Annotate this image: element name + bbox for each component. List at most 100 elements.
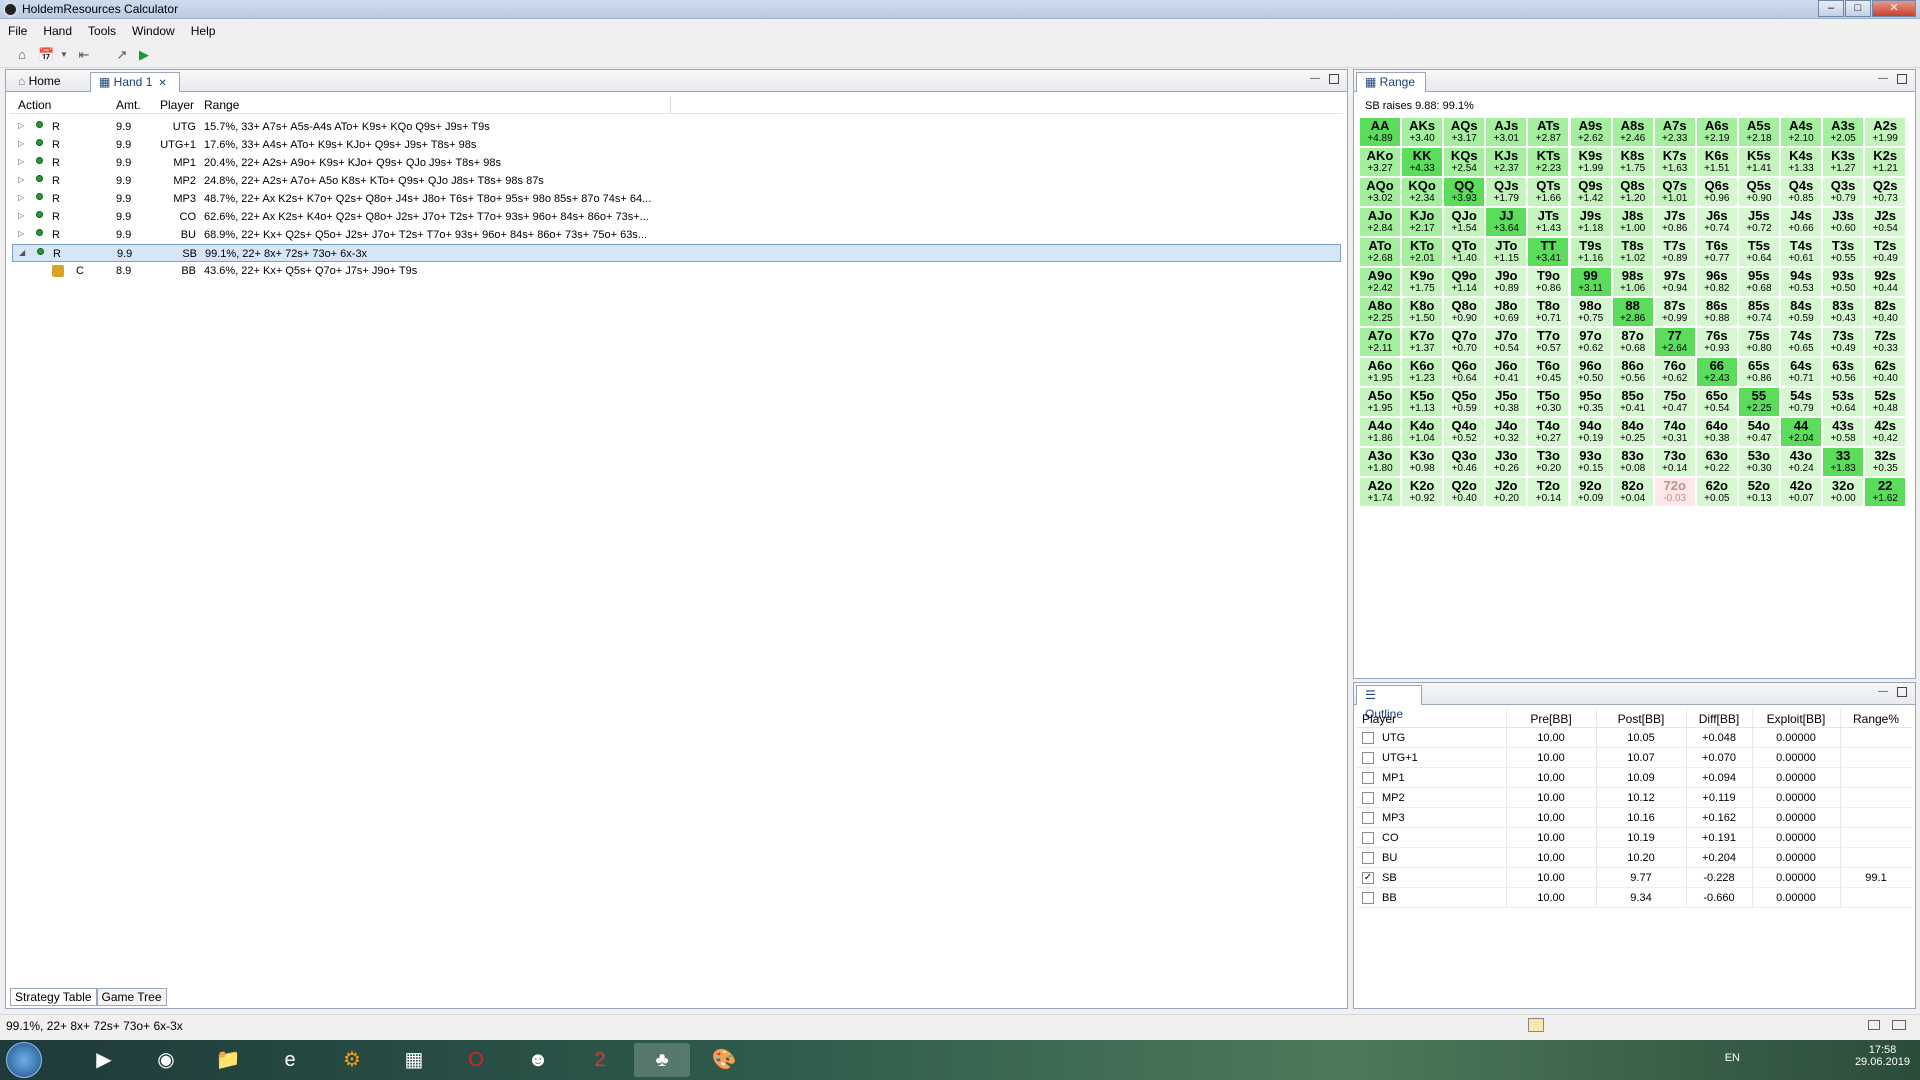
ie-icon[interactable]: e bbox=[262, 1043, 318, 1077]
range-cell[interactable]: K6o +1.23 bbox=[1402, 358, 1443, 386]
range-cell[interactable]: 94s +0.53 bbox=[1781, 268, 1821, 296]
range-cell[interactable]: AJo +2.84 bbox=[1360, 208, 1400, 236]
range-cell[interactable]: 97o +0.62 bbox=[1570, 328, 1611, 356]
range-cell[interactable]: 88 +2.86 bbox=[1612, 298, 1653, 326]
range-cell[interactable]: Q5s +0.90 bbox=[1738, 178, 1779, 206]
range-cell[interactable]: 92s +0.44 bbox=[1865, 268, 1906, 296]
paint-icon[interactable]: 🎨 bbox=[696, 1043, 752, 1077]
range-cell[interactable]: J7o +0.54 bbox=[1486, 328, 1527, 356]
range-cell[interactable]: KTo +2.01 bbox=[1402, 238, 1443, 266]
range-cell[interactable]: 86o +0.56 bbox=[1612, 358, 1653, 386]
range-cell[interactable]: Q6o +0.64 bbox=[1444, 358, 1485, 386]
range-cell[interactable]: 32s +0.35 bbox=[1865, 448, 1906, 476]
table-row[interactable]: C 8.9 BB 43.6%, 22+ Kx+ Q5s+ Q7o+ J7s+ J9o+… bbox=[12, 262, 1341, 280]
tab-outline[interactable]: ☰ Outline bbox=[1356, 685, 1422, 721]
outline-row[interactable]: MP3 10.00 10.16 +0.162 0.00000 bbox=[1356, 808, 1912, 828]
range-cell[interactable]: J2s +0.54 bbox=[1865, 208, 1906, 236]
tab-strategy-table[interactable]: Strategy Table bbox=[10, 988, 97, 1006]
range-cell[interactable]: A4o +1.86 bbox=[1360, 418, 1400, 446]
range-cell[interactable]: K5s +1.41 bbox=[1738, 148, 1779, 176]
col-range-pct[interactable]: Range% bbox=[1840, 712, 1912, 726]
col-post[interactable]: Post[BB] bbox=[1596, 712, 1686, 726]
outline-row[interactable]: CO 10.00 10.19 +0.191 0.00000 bbox=[1356, 828, 1912, 848]
range-cell[interactable]: 76s +0.93 bbox=[1696, 328, 1737, 356]
range-cell[interactable]: 52o +0.13 bbox=[1738, 478, 1779, 506]
range-cell[interactable]: 94o +0.19 bbox=[1570, 418, 1611, 446]
col-range[interactable]: Range bbox=[204, 98, 239, 112]
range-cell[interactable]: 96s +0.82 bbox=[1696, 268, 1737, 296]
row-checkbox[interactable] bbox=[1362, 732, 1374, 744]
range-cell[interactable]: 95s +0.68 bbox=[1738, 268, 1779, 296]
range-cell[interactable]: Q7s +1.01 bbox=[1654, 178, 1695, 206]
discord-icon[interactable]: ☻ bbox=[510, 1043, 566, 1077]
table-row[interactable]: ▷ R 9.9 UTG+1 17.6%, 33+ A4s+ ATo+ K9s+ KJo+… bbox=[12, 136, 1341, 154]
run-icon[interactable]: ▶ bbox=[136, 47, 152, 63]
col-player[interactable]: Player bbox=[160, 98, 194, 112]
restore-icon[interactable] bbox=[1868, 1020, 1880, 1030]
col-action[interactable]: Action bbox=[18, 98, 51, 112]
import-icon[interactable]: ⇤ bbox=[76, 47, 92, 63]
range-cell[interactable]: T8o +0.71 bbox=[1528, 298, 1569, 326]
range-cell[interactable]: Q6s +0.96 bbox=[1696, 178, 1737, 206]
range-cell[interactable]: Q5o +0.59 bbox=[1444, 388, 1485, 416]
range-cell[interactable]: J5o +0.38 bbox=[1486, 388, 1527, 416]
range-cell[interactable]: 54s +0.79 bbox=[1781, 388, 1821, 416]
range-cell[interactable]: 83o +0.08 bbox=[1612, 448, 1653, 476]
range-cell[interactable]: 72s +0.33 bbox=[1865, 328, 1906, 356]
range-cell[interactable]: A2s +1.99 bbox=[1865, 118, 1906, 146]
range-cell[interactable]: ATs +2.87 bbox=[1528, 118, 1569, 146]
range-cell[interactable]: 42o +0.07 bbox=[1781, 478, 1821, 506]
expand-icon[interactable]: ▷ bbox=[18, 175, 24, 184]
range-cell[interactable]: K7o +1.37 bbox=[1402, 328, 1443, 356]
range-cell[interactable]: T4s +0.61 bbox=[1781, 238, 1821, 266]
range-cell[interactable]: 63o +0.22 bbox=[1696, 448, 1737, 476]
range-cell[interactable]: AQo +3.02 bbox=[1360, 178, 1400, 206]
export-icon[interactable]: ↗ bbox=[114, 47, 130, 63]
range-cell[interactable]: K7s +1.63 bbox=[1654, 148, 1695, 176]
outline-row[interactable]: UTG+1 10.00 10.07 +0.070 0.00000 bbox=[1356, 748, 1912, 768]
range-cell[interactable]: K9o +1.75 bbox=[1402, 268, 1443, 296]
menu-file[interactable]: File bbox=[0, 24, 35, 38]
range-cell[interactable]: 65o +0.54 bbox=[1696, 388, 1737, 416]
chrome-icon[interactable]: ◉ bbox=[138, 1043, 194, 1077]
range-cell[interactable]: 73o +0.14 bbox=[1654, 448, 1695, 476]
range-cell[interactable]: J9o +0.89 bbox=[1486, 268, 1527, 296]
expand-icon[interactable]: ▷ bbox=[18, 229, 24, 238]
range-cell[interactable]: 98s +1.06 bbox=[1612, 268, 1653, 296]
range-cell[interactable]: JJ +3.64 bbox=[1486, 208, 1527, 236]
range-cell[interactable]: 84o +0.25 bbox=[1612, 418, 1653, 446]
menu-window[interactable]: Window bbox=[124, 24, 183, 38]
range-cell[interactable]: A5s +2.18 bbox=[1738, 118, 1779, 146]
range-cell[interactable]: T9o +0.86 bbox=[1528, 268, 1569, 296]
range-cell[interactable]: 96o +0.50 bbox=[1570, 358, 1611, 386]
app-orange-icon[interactable]: ⚙ bbox=[324, 1043, 380, 1077]
table-row[interactable]: ▷ R 9.9 UTG 15.7%, 33+ A7s+ A5s-A4s ATo+ K9s… bbox=[12, 118, 1341, 136]
row-checkbox[interactable] bbox=[1362, 752, 1374, 764]
range-cell[interactable]: A6o +1.95 bbox=[1360, 358, 1400, 386]
range-cell[interactable]: A2o +1.74 bbox=[1360, 478, 1400, 506]
range-cell[interactable]: T3o +0.20 bbox=[1528, 448, 1569, 476]
range-cell[interactable]: A9s +2.62 bbox=[1570, 118, 1611, 146]
tab-home[interactable]: ⌂ Home bbox=[10, 72, 94, 92]
range-cell[interactable]: AA +4.89 bbox=[1360, 118, 1400, 146]
range-cell[interactable]: K3s +1.27 bbox=[1823, 148, 1864, 176]
range-cell[interactable]: TT +3.41 bbox=[1528, 238, 1569, 266]
range-cell[interactable]: 43o +0.24 bbox=[1781, 448, 1821, 476]
col-exploit[interactable]: Exploit[BB] bbox=[1752, 712, 1840, 726]
table-row[interactable]: ▷ R 9.9 MP1 20.4%, 22+ A2s+ A9o+ K9s+ KJo+ Q… bbox=[12, 154, 1341, 172]
range-cell[interactable]: AKo +3.27 bbox=[1360, 148, 1400, 176]
range-cell[interactable]: 32o +0.00 bbox=[1823, 478, 1864, 506]
table-row[interactable]: ▷ R 9.9 MP3 48.7%, 22+ Ax K2s+ K7o+ Q2s+ Q8o… bbox=[12, 190, 1341, 208]
panel-maximize-icon[interactable] bbox=[1329, 74, 1339, 84]
row-checkbox[interactable]: ✓ bbox=[1362, 872, 1374, 884]
expand-icon[interactable]: ▷ bbox=[18, 121, 24, 130]
range-cell[interactable]: QTo +1.40 bbox=[1444, 238, 1485, 266]
outline-row[interactable]: UTG 10.00 10.05 +0.048 0.00000 bbox=[1356, 728, 1912, 748]
range-cell[interactable]: 74o +0.31 bbox=[1654, 418, 1695, 446]
range-cell[interactable]: K4s +1.33 bbox=[1781, 148, 1821, 176]
range-cell[interactable]: T6o +0.45 bbox=[1528, 358, 1569, 386]
range-cell[interactable]: K4o +1.04 bbox=[1402, 418, 1443, 446]
range-cell[interactable]: 87s +0.99 bbox=[1654, 298, 1695, 326]
range-cell[interactable]: KQs +2.54 bbox=[1444, 148, 1485, 176]
range-cell[interactable]: Q4o +0.52 bbox=[1444, 418, 1485, 446]
